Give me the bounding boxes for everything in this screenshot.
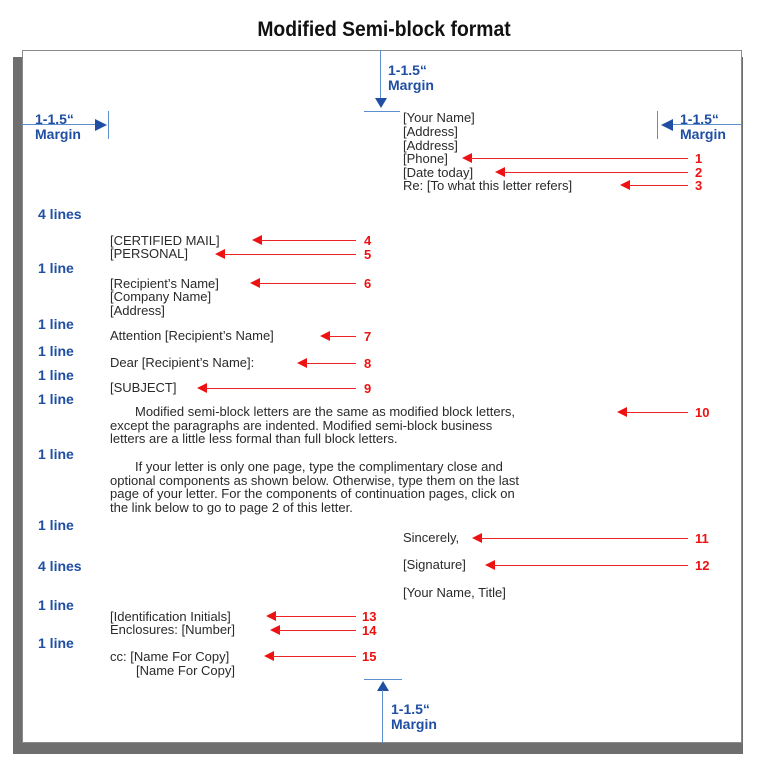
spacing-label: 1 line — [38, 635, 74, 651]
callout-line — [493, 565, 688, 566]
callout-number: 11 — [695, 531, 709, 546]
callout-line — [503, 172, 688, 173]
sender-phone: [Phone] — [403, 151, 448, 166]
callout-number: 8 — [364, 356, 372, 371]
paragraph-line: If your letter is only one page, type th… — [135, 459, 503, 474]
right-margin-arrow-icon — [661, 119, 673, 131]
right-margin-value: 1-1.5“ — [680, 111, 719, 127]
paragraph-line: page of your letter. For the components … — [110, 486, 515, 501]
right-margin-label: 1-1.5“ Margin — [680, 112, 726, 142]
top-margin-text: Margin — [388, 77, 434, 93]
callout-line — [260, 240, 356, 241]
callout-line — [274, 616, 356, 617]
left-margin-label: 1-1.5“ Margin — [35, 112, 81, 142]
spacing-label: 1 line — [38, 316, 74, 332]
signer-name-title: [Your Name, Title] — [403, 585, 506, 600]
left-margin-text: Margin — [35, 126, 81, 142]
bottom-margin-label: 1-1.5“ Margin — [391, 702, 437, 732]
reference-line: Re: [To what this letter refers] — [403, 178, 573, 193]
paragraph-line: letters are a little less formal than fu… — [110, 431, 398, 446]
callout-line — [278, 630, 356, 631]
enclosures: Enclosures: [Number] — [110, 622, 235, 637]
callout-line — [305, 363, 356, 364]
sender-address: [Address] — [403, 124, 458, 139]
callout-number: 13 — [362, 609, 377, 624]
callout-number: 9 — [364, 381, 372, 396]
callout-number: 3 — [695, 178, 703, 193]
callout-number: 7 — [364, 329, 372, 344]
left-margin-value: 1-1.5“ — [35, 111, 74, 127]
top-margin-label: 1-1.5“ Margin — [388, 63, 434, 93]
callout-number: 5 — [364, 247, 372, 262]
spacing-label: 1 line — [38, 391, 74, 407]
right-margin-text: Margin — [680, 126, 726, 142]
callout-number: 6 — [364, 276, 372, 291]
spacing-label: 1 line — [38, 597, 74, 613]
callout-number: 1 — [695, 151, 703, 166]
bottom-margin-value: 1-1.5“ — [391, 701, 430, 717]
top-margin-arrow-icon — [375, 98, 387, 108]
paragraph-line: Modified semi-block letters are the same… — [135, 404, 516, 419]
callout-number: 15 — [362, 649, 377, 664]
callout-line — [470, 158, 688, 159]
callout-number: 12 — [695, 558, 710, 573]
callout-number: 4 — [364, 233, 372, 248]
spacing-label: 1 line — [38, 517, 74, 533]
bottom-margin-text: Margin — [391, 716, 437, 732]
top-margin-value: 1-1.5“ — [388, 62, 427, 78]
top-margin-tick — [364, 111, 400, 112]
spacing-label: 1 line — [38, 260, 74, 276]
spacing-label: 1 line — [38, 367, 74, 383]
spacing-label: 4 lines — [38, 558, 82, 574]
callout-line — [258, 283, 356, 284]
attention-line: Attention [Recipient’s Name] — [110, 328, 274, 343]
diagram-title: Modified Semi-block format — [257, 18, 511, 41]
bottom-margin-arrow-icon — [377, 681, 389, 691]
signature: [Signature] — [403, 557, 466, 572]
callout-line — [205, 388, 356, 389]
letter-page — [22, 50, 742, 743]
cc-line: cc: [Name For Copy] — [110, 649, 230, 664]
subject-line: [SUBJECT] — [110, 380, 177, 395]
cc-line: [Name For Copy] — [136, 663, 235, 678]
callout-line — [272, 656, 356, 657]
sender-name: [Your Name] — [403, 110, 475, 125]
callout-line — [625, 412, 688, 413]
spacing-label: 1 line — [38, 446, 74, 462]
callout-line — [480, 538, 688, 539]
complimentary-close: Sincerely, — [403, 530, 460, 545]
recipient-address: [Address] — [110, 303, 165, 318]
left-margin-arrow-icon — [95, 119, 107, 131]
callout-number: 10 — [695, 405, 710, 420]
bottom-margin-line — [382, 690, 383, 743]
recipient-company: [Company Name] — [110, 289, 212, 304]
callout-line — [328, 336, 356, 337]
callout-line — [628, 185, 688, 186]
callout-number: 14 — [362, 623, 377, 638]
top-margin-line — [380, 50, 381, 100]
spacing-label: 4 lines — [38, 206, 82, 222]
spacing-label: 1 line — [38, 343, 74, 359]
right-margin-tick — [657, 111, 658, 139]
personal-notation: [PERSONAL] — [110, 246, 189, 261]
callout-line — [223, 254, 356, 255]
left-margin-tick — [108, 111, 109, 139]
paragraph-line: the link below to go to page 2 of this l… — [110, 500, 353, 515]
bottom-margin-tick — [364, 679, 402, 680]
salutation: Dear [Recipient’s Name]: — [110, 355, 255, 370]
